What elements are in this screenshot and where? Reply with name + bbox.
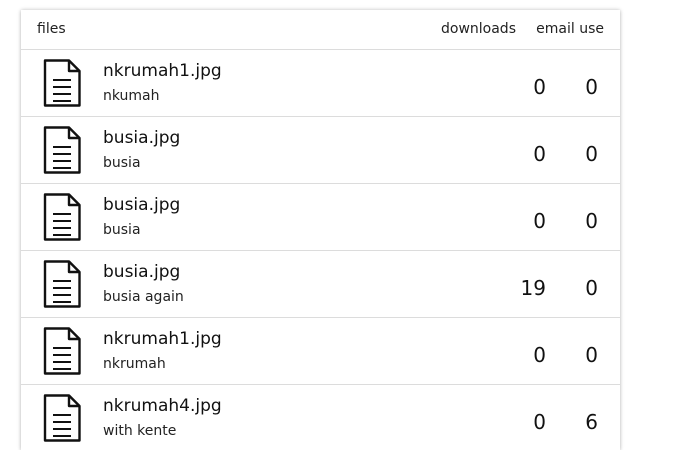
document-icon	[43, 394, 81, 442]
file-description: nkrumah	[103, 356, 166, 372]
email-use-count: 0	[585, 75, 598, 99]
file-description: busia	[103, 155, 141, 171]
download-count: 0	[533, 142, 546, 166]
file-name[interactable]: nkrumah1.jpg	[103, 61, 222, 81]
document-icon	[43, 260, 81, 308]
download-count: 0	[533, 410, 546, 434]
file-name[interactable]: nkrumah1.jpg	[103, 329, 222, 349]
files-table-header: files downloads email use	[21, 10, 620, 50]
file-description: busia again	[103, 289, 184, 305]
column-header-email-use[interactable]: email use	[536, 21, 604, 37]
download-count: 0	[533, 75, 546, 99]
email-use-count: 0	[585, 142, 598, 166]
files-panel: files downloads email use nkrumah1.jpg n…	[21, 10, 620, 450]
email-use-count: 6	[585, 410, 598, 434]
column-header-files[interactable]: files	[37, 21, 66, 37]
file-name[interactable]: busia.jpg	[103, 128, 180, 148]
email-use-count: 0	[585, 209, 598, 233]
download-count: 19	[520, 276, 546, 300]
file-name[interactable]: busia.jpg	[103, 262, 180, 282]
file-description: nkumah	[103, 88, 160, 104]
file-row[interactable]: nkrumah1.jpg nkumah 0 0	[21, 50, 620, 117]
email-use-count: 0	[585, 343, 598, 367]
file-name[interactable]: busia.jpg	[103, 195, 180, 215]
file-description: busia	[103, 222, 141, 238]
file-description: with kente	[103, 423, 177, 439]
file-row[interactable]: busia.jpg busia 0 0	[21, 117, 620, 184]
download-count: 0	[533, 209, 546, 233]
download-count: 0	[533, 343, 546, 367]
file-name[interactable]: nkrumah4.jpg	[103, 396, 222, 416]
file-row[interactable]: busia.jpg busia again 19 0	[21, 251, 620, 318]
document-icon	[43, 327, 81, 375]
document-icon	[43, 126, 81, 174]
file-row[interactable]: nkrumah1.jpg nkrumah 0 0	[21, 318, 620, 385]
email-use-count: 0	[585, 276, 598, 300]
column-header-downloads[interactable]: downloads	[441, 21, 516, 37]
file-row[interactable]: nkrumah4.jpg with kente 0 6	[21, 385, 620, 450]
file-row[interactable]: busia.jpg busia 0 0	[21, 184, 620, 251]
document-icon	[43, 193, 81, 241]
document-icon	[43, 59, 81, 107]
